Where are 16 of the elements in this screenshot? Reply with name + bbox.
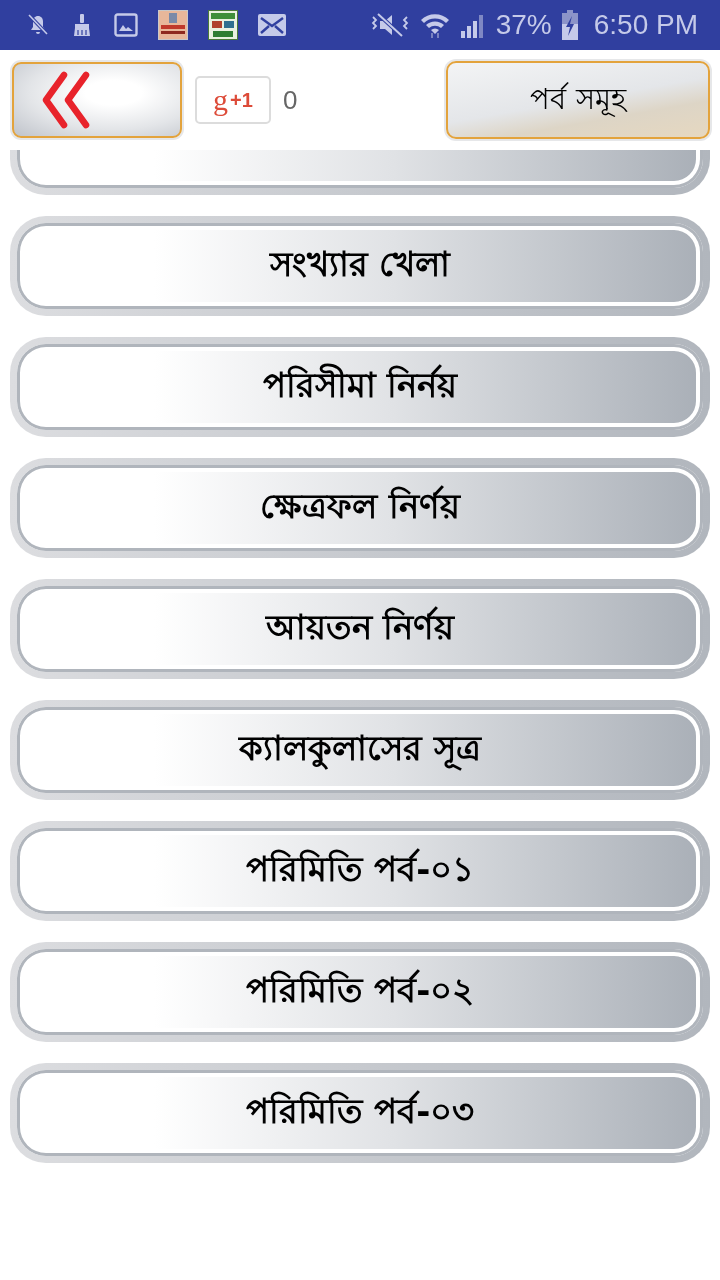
image-icon (114, 13, 138, 37)
episodes-button[interactable]: পর্ব সমূহ (446, 61, 710, 139)
clock-time: 6:50 PM (593, 11, 698, 39)
battery-percentage: 37% (495, 11, 552, 39)
google-plus-one-button[interactable]: g+1 (195, 76, 271, 124)
mute-vibrate-icon (369, 12, 410, 38)
bell-off-icon (26, 13, 50, 37)
signal-icon (459, 12, 486, 38)
double-chevron-left-icon (40, 71, 92, 129)
envelope-icon (258, 14, 286, 36)
app-thumbnail-icon (208, 10, 238, 40)
plus-one-count: 0 (283, 84, 298, 116)
app-thumbnail-icon (158, 10, 188, 40)
battery-charging-icon (561, 10, 578, 40)
back-button[interactable] (12, 62, 182, 138)
wifi-icon (419, 11, 450, 39)
